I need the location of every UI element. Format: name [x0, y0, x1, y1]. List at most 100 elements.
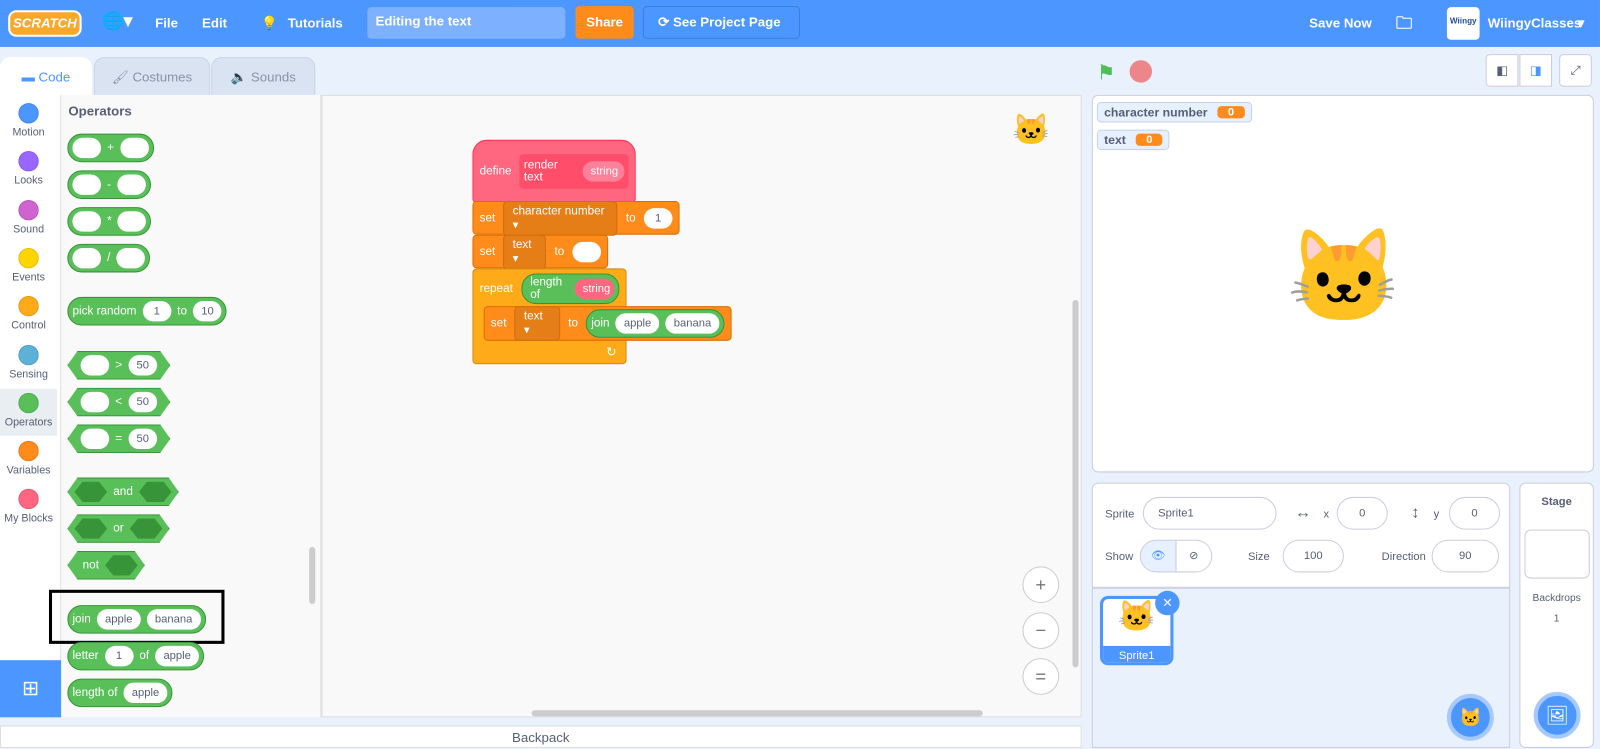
greater-than-block[interactable]: >50 — [67, 351, 170, 380]
fullscreen-button[interactable]: ⤢ — [1559, 54, 1592, 87]
category-sound[interactable]: Sound — [0, 196, 57, 243]
backpack[interactable]: Backpack — [0, 725, 1082, 748]
stage-selector[interactable]: Stage Backdrops 1 🖼 — [1519, 482, 1594, 748]
delete-sprite-icon[interactable]: ✕ — [1155, 590, 1180, 616]
palette-scrollbar[interactable] — [309, 546, 316, 605]
backdrop-thumbnail[interactable] — [1524, 529, 1590, 579]
category-label: Events — [12, 271, 45, 284]
length-of-block[interactable]: length of apple — [67, 678, 173, 708]
stage[interactable]: character number 0 text 0 🐱 — [1091, 94, 1594, 473]
vertical-scrollbar[interactable] — [1072, 299, 1079, 668]
folder-icon[interactable]: 🗀 — [1396, 12, 1412, 40]
hide-button[interactable]: ⊘ — [1175, 539, 1213, 573]
y-input[interactable]: 0 — [1448, 496, 1500, 530]
define-block[interactable]: define render text string — [472, 139, 636, 204]
remix-icon: ⟳ — [658, 14, 673, 30]
and-block[interactable]: and — [67, 478, 178, 507]
category-dot-icon — [18, 199, 39, 220]
not-block[interactable]: not — [67, 551, 145, 580]
tab-sounds-label: Sounds — [250, 69, 296, 85]
save-now-button[interactable]: Save Now — [1309, 15, 1372, 30]
category-looks[interactable]: Looks — [0, 147, 57, 194]
speaker-icon: 🔈 — [230, 69, 251, 85]
subtract-block[interactable]: - — [67, 170, 151, 199]
share-button[interactable]: Share — [575, 6, 634, 39]
block-palette: Operators + - * / pick random 1 to 10 >50 <… — [48, 94, 322, 718]
or-block[interactable]: or — [67, 514, 169, 543]
choose-backdrop-button[interactable]: 🖼 — [1533, 691, 1581, 739]
sprite-thumbnail-name: Sprite1 — [1103, 645, 1171, 663]
x-input[interactable]: 0 — [1336, 496, 1388, 530]
category-sensing[interactable]: Sensing — [0, 340, 57, 387]
edit-menu[interactable]: Edit — [202, 15, 227, 30]
green-flag-icon[interactable]: ⚑ — [1097, 60, 1115, 86]
stage-title: Stage — [1541, 495, 1572, 509]
sprite-name-input[interactable]: Sprite1 — [1142, 496, 1277, 530]
sprite-info-panel: Sprite Sprite1 ↔ x 0 ↕ y 0 Show 👁 ⊘ Size… — [1091, 482, 1511, 588]
letter-of-block[interactable]: letter 1 of apple — [67, 641, 205, 671]
category-events[interactable]: Events — [0, 244, 57, 291]
less-than-block[interactable]: <50 — [67, 388, 170, 417]
category-control[interactable]: Control — [0, 292, 57, 339]
username[interactable]: WiingyClasses — [1488, 15, 1582, 30]
set-text-block[interactable]: set text ▾ to — [472, 234, 609, 269]
script-area[interactable]: 🐱 define render text string set character n… — [321, 94, 1082, 718]
tab-sounds[interactable]: 🔈 Sounds — [211, 57, 316, 96]
menu-bar: SCRATCH 🌐▾ File Edit 💡 Tutorials Editing… — [0, 0, 1600, 47]
set-text-join-block[interactable]: set text ▾ to join apple banana — [483, 306, 732, 341]
category-motion[interactable]: Motion — [0, 99, 57, 146]
category-label: Looks — [14, 174, 43, 188]
x-label: x — [1323, 508, 1330, 521]
add-extension-button[interactable]: ⊞ — [0, 660, 62, 718]
chevron-down-icon[interactable]: ▾ — [1578, 15, 1585, 31]
file-menu[interactable]: File — [155, 15, 178, 30]
small-stage-button[interactable]: ◧ — [1485, 54, 1519, 87]
tab-costumes[interactable]: 🖌 Costumes — [93, 57, 211, 96]
category-label: My Blocks — [4, 512, 53, 525]
category-dot-icon — [18, 440, 39, 462]
category-variables[interactable]: Variables — [0, 437, 57, 484]
tab-costumes-label: Costumes — [132, 69, 193, 85]
scratch-logo[interactable]: SCRATCH — [8, 10, 82, 37]
brush-icon: 🖌 — [111, 69, 133, 85]
tab-code-label: Code — [38, 69, 71, 85]
direction-input[interactable]: 90 — [1431, 539, 1499, 573]
set-character-number-block[interactable]: set character number ▾ to 1 — [472, 200, 680, 236]
size-input[interactable]: 100 — [1282, 539, 1344, 573]
show-visible-button[interactable]: 👁 — [1139, 539, 1177, 573]
tab-code[interactable]: ▬ Code — [0, 57, 92, 96]
multiply-block[interactable]: * — [67, 207, 152, 236]
category-label: Operators — [4, 416, 53, 429]
sprite-list: 🐱 Sprite1 ✕ 🐱 — [1091, 587, 1511, 748]
join-block[interactable]: join apple banana — [67, 605, 206, 634]
loop-arrow-icon: ↻ — [606, 344, 617, 360]
cat-sprite[interactable]: 🐱 — [1287, 223, 1401, 330]
globe-icon[interactable]: 🌐▾ — [102, 11, 132, 31]
category-operators[interactable]: Operators — [0, 388, 58, 436]
sprite-watermark-cat-icon: 🐱 — [1012, 113, 1051, 147]
divide-block[interactable]: / — [67, 243, 151, 273]
y-label: y — [1433, 508, 1440, 521]
avatar[interactable]: Wiingy — [1446, 7, 1480, 40]
category-dot-icon — [18, 151, 39, 172]
add-block[interactable]: + — [67, 133, 154, 163]
monitor-character-number: character number 0 — [1096, 102, 1252, 123]
stop-icon[interactable] — [1129, 60, 1153, 83]
project-title-input[interactable]: Editing the text — [367, 7, 566, 39]
see-project-page-button[interactable]: ⟳ See Project Page — [642, 6, 800, 39]
choose-sprite-button[interactable]: 🐱 — [1446, 693, 1494, 741]
y-arrows-icon: ↕ — [1411, 504, 1420, 522]
category-dot-icon — [18, 344, 39, 365]
category-dot-icon — [18, 392, 39, 414]
large-stage-button[interactable]: ◨ — [1519, 54, 1553, 87]
monitor-text: text 0 — [1096, 129, 1170, 150]
palette-heading: Operators — [68, 103, 132, 119]
zoom-in-button[interactable]: + — [1022, 566, 1060, 604]
zoom-reset-button[interactable]: = — [1022, 658, 1060, 695]
tutorials-menu[interactable]: Tutorials — [288, 15, 343, 30]
equals-block[interactable]: = 50 — [67, 424, 170, 453]
pick-random-block[interactable]: pick random 1 to 10 — [67, 296, 228, 326]
category-my-blocks[interactable]: My Blocks — [0, 485, 57, 532]
zoom-out-button[interactable]: − — [1022, 612, 1060, 649]
horizontal-scrollbar[interactable] — [531, 710, 983, 717]
